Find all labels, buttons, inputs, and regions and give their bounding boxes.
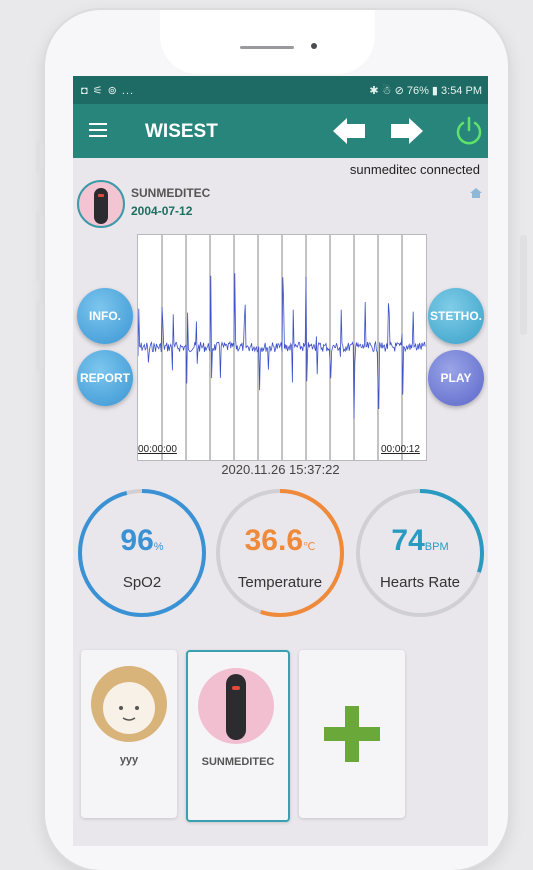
temperature-value: 36.6℃ bbox=[244, 524, 316, 557]
plus-icon bbox=[324, 706, 380, 762]
temperature-label: Temperature bbox=[237, 574, 323, 591]
user-name: SUNMEDITEC bbox=[201, 756, 275, 768]
home-icon[interactable] bbox=[470, 188, 482, 198]
temperature-gauge: 36.6℃ Temperature bbox=[213, 486, 347, 620]
device-name: SUNMEDITEC bbox=[131, 186, 211, 200]
heart-rate-gauge: 74BPM Hearts Rate bbox=[353, 486, 487, 620]
speaker-grille bbox=[240, 46, 294, 49]
device-date: 2004-07-12 bbox=[131, 204, 193, 218]
front-camera bbox=[311, 43, 317, 49]
volume-down-button bbox=[36, 210, 43, 282]
volume-up-button bbox=[36, 140, 43, 174]
stethoscope-device-icon bbox=[94, 188, 108, 224]
app-screen: ◘ ⚟ ⊚ ... ✱ ☃ ⊘ 76% ▮ 3:54 PM WISEST sun… bbox=[73, 76, 488, 846]
power-side-button bbox=[520, 235, 527, 335]
recorded-timestamp: 2020.11.26 15:37:22 bbox=[221, 462, 340, 477]
connection-status: sunmeditec connected bbox=[349, 162, 480, 177]
heart-rate-label: Hearts Rate bbox=[379, 574, 461, 591]
info-button[interactable]: INFO. bbox=[77, 288, 133, 344]
phone-notch bbox=[160, 10, 375, 74]
user-card-sunmeditec[interactable]: SUNMEDITEC bbox=[186, 650, 290, 822]
waveform-start-time: 00:00:00 bbox=[138, 444, 177, 455]
status-right-info: ✱ ☃ ⊘ 76% ▮ 3:54 PM bbox=[369, 85, 482, 97]
waveform-chart bbox=[137, 235, 426, 460]
spo2-gauge: 96% SpO2 bbox=[75, 486, 209, 620]
waveform-panel bbox=[137, 234, 427, 461]
add-user-card[interactable] bbox=[299, 650, 405, 818]
heart-rate-value: 74BPM bbox=[391, 524, 449, 557]
report-button[interactable]: REPORT bbox=[77, 350, 133, 406]
side-button bbox=[36, 300, 43, 372]
waveform-end-time: 00:00:12 bbox=[381, 444, 420, 455]
power-icon[interactable] bbox=[455, 116, 483, 146]
status-left-icons: ◘ ⚟ ⊚ ... bbox=[81, 85, 135, 97]
user-name: yyy bbox=[119, 754, 139, 766]
baby-avatar-icon bbox=[91, 666, 167, 742]
hamburger-icon[interactable] bbox=[89, 123, 107, 137]
user-card-yyy[interactable]: yyy bbox=[81, 650, 177, 818]
play-button[interactable]: PLAY bbox=[428, 350, 484, 406]
arrow-right-icon[interactable] bbox=[391, 118, 423, 144]
arrow-left-icon[interactable] bbox=[333, 118, 365, 144]
status-bar: ◘ ⚟ ⊚ ... ✱ ☃ ⊘ 76% ▮ 3:54 PM bbox=[73, 76, 488, 104]
waveform-trace bbox=[137, 273, 426, 419]
spo2-label: SpO2 bbox=[122, 574, 162, 591]
stetho-button[interactable]: STETHO. bbox=[428, 288, 484, 344]
spo2-value: 96% bbox=[120, 524, 164, 557]
device-avatar[interactable] bbox=[77, 180, 125, 228]
app-title: WISEST bbox=[145, 121, 218, 142]
stethoscope-avatar-icon bbox=[198, 668, 274, 744]
app-toolbar: WISEST bbox=[73, 104, 488, 158]
